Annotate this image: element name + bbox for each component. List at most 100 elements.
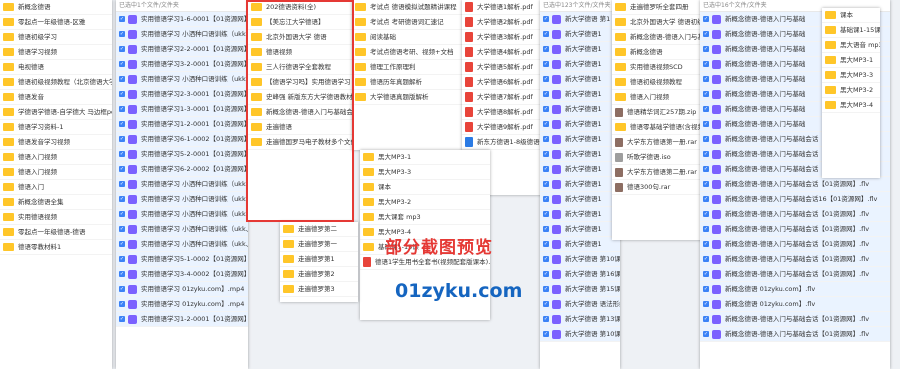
list-item[interactable]: ✓ 实用德语学习 小洒种口语训练（ukk、5- bbox=[116, 177, 248, 192]
checkbox-icon[interactable]: ✓ bbox=[703, 16, 709, 22]
list-item[interactable]: 考试点 考研德语词汇速记 bbox=[352, 15, 462, 30]
list-item[interactable]: ✓ 实用德语学习1-3-0001【01资源网】 bbox=[116, 102, 248, 117]
checkbox-icon[interactable]: ✓ bbox=[703, 226, 709, 232]
list-item[interactable]: 德理工作原理利 bbox=[352, 60, 462, 75]
list-item[interactable]: 考试点德语考研、视频+文档 bbox=[352, 45, 462, 60]
list-item[interactable]: 黑大MP3-3 bbox=[360, 165, 490, 180]
list-item[interactable]: 德语零教材料1 bbox=[0, 240, 112, 255]
list-item[interactable]: ✓ 新概念德语-德语入门与基础会话16【01资源网】.flv bbox=[700, 192, 890, 207]
checkbox-icon[interactable]: ✓ bbox=[543, 241, 549, 247]
checkbox-icon[interactable]: ✓ bbox=[119, 76, 125, 82]
checkbox-icon[interactable]: ✓ bbox=[119, 271, 125, 277]
checkbox-icon[interactable]: ✓ bbox=[119, 31, 125, 37]
checkbox-icon[interactable]: ✓ bbox=[543, 61, 549, 67]
checkbox-icon[interactable]: ✓ bbox=[703, 241, 709, 247]
checkbox-icon[interactable]: ✓ bbox=[119, 136, 125, 142]
checkbox-icon[interactable]: ✓ bbox=[703, 121, 709, 127]
list-item[interactable]: ✓ 实用德语学习1-6-0001【01资源网】 bbox=[116, 12, 248, 27]
list-item[interactable]: ✓ 新大学德语 语法形编词，物主代、词性动词.flv bbox=[540, 297, 620, 312]
list-item[interactable]: 德语发音学习视频 bbox=[0, 135, 112, 150]
checkbox-icon[interactable]: ✓ bbox=[703, 76, 709, 82]
list-item[interactable]: 史峰强 新版东方大学德语教材1-4 bbox=[248, 90, 352, 105]
checkbox-icon[interactable]: ✓ bbox=[119, 286, 125, 292]
list-item[interactable]: 实用德语视频 bbox=[0, 210, 112, 225]
list-item[interactable]: ✓ 新大学德语 第13课 语法短语的和代 分析.flv bbox=[540, 312, 620, 327]
list-item[interactable]: ✓ 新概念德语-德语入门与基础会话【01资源网】.flv bbox=[700, 177, 890, 192]
list-item[interactable]: 大学德语9解析.pdf bbox=[462, 120, 542, 135]
list-item[interactable]: 大学德语7解析.pdf bbox=[462, 90, 542, 105]
checkbox-icon[interactable]: ✓ bbox=[119, 226, 125, 232]
list-item[interactable]: ✓ 实用德语学习1-2-0001【01资源网】.mp4 bbox=[116, 312, 248, 327]
checkbox-icon[interactable]: ✓ bbox=[119, 241, 125, 247]
list-item[interactable]: ✓ 新大学德语1 bbox=[540, 87, 620, 102]
checkbox-icon[interactable]: ✓ bbox=[543, 136, 549, 142]
checkbox-icon[interactable]: ✓ bbox=[703, 286, 709, 292]
checkbox-icon[interactable]: ✓ bbox=[543, 121, 549, 127]
checkbox-icon[interactable]: ✓ bbox=[703, 91, 709, 97]
checkbox-icon[interactable]: ✓ bbox=[703, 256, 709, 262]
list-item[interactable]: ✓ 新大学德语 第16课 德语语言学行-1000字写作系统.flv bbox=[540, 267, 620, 282]
list-item[interactable]: ✓ 新大学德语 第15课 课 文.flv bbox=[540, 282, 620, 297]
list-item[interactable]: 新东方德语1-8级德语德语 bbox=[462, 135, 542, 150]
list-item[interactable]: ✓ 新大学德语1 bbox=[540, 117, 620, 132]
list-item[interactable]: 德语入门 bbox=[0, 180, 112, 195]
checkbox-icon[interactable]: ✓ bbox=[119, 301, 125, 307]
list-item[interactable]: ✓ 新大学德语1 bbox=[540, 132, 620, 147]
list-item[interactable]: 大学德语2解析.pdf bbox=[462, 15, 542, 30]
list-item[interactable]: 走遍德罗第二 bbox=[280, 222, 358, 237]
list-item[interactable]: 走遍德罗第一 bbox=[280, 237, 358, 252]
list-item[interactable]: 大学德语8解析.pdf bbox=[462, 105, 542, 120]
list-item[interactable]: 新概念德语 bbox=[612, 45, 702, 60]
list-item[interactable]: 黑大MP3-1 bbox=[822, 53, 880, 68]
list-item[interactable]: ✓ 实用德语学习 小洒种口语训练（ukk、4-1-0001【01资源网】 bbox=[116, 237, 248, 252]
list-item[interactable]: 新概念德语 bbox=[0, 0, 112, 15]
list-item[interactable]: ✓ 实用德语学习 01zyku.com】.mp4 bbox=[116, 282, 248, 297]
list-item[interactable]: 德语300句.rar bbox=[612, 180, 702, 195]
list-item[interactable]: 黑大MP3-2 bbox=[360, 195, 490, 210]
checkbox-icon[interactable]: ✓ bbox=[543, 316, 549, 322]
list-item[interactable]: 课本 bbox=[360, 180, 490, 195]
list-item[interactable]: 黑大MP3-2 bbox=[822, 83, 880, 98]
list-item[interactable]: ✓ 实用德语学习 小洒种口语训练（ukk、5- bbox=[116, 207, 248, 222]
list-item[interactable]: 北京外国语大学 德语初级 1 bbox=[612, 15, 702, 30]
checkbox-icon[interactable]: ✓ bbox=[543, 91, 549, 97]
checkbox-icon[interactable]: ✓ bbox=[119, 316, 125, 322]
list-item[interactable]: 黑大MP3-1 bbox=[360, 150, 490, 165]
list-item[interactable]: 新概念德语-德语入门与基础会话 bbox=[248, 105, 352, 120]
checkbox-icon[interactable]: ✓ bbox=[703, 316, 709, 322]
checkbox-icon[interactable]: ✓ bbox=[119, 91, 125, 97]
list-item[interactable]: ✓ 实用德语学习5-1-0002【01资源网】 bbox=[116, 252, 248, 267]
list-item[interactable]: 【德语学习吗】实用德语学习 bbox=[248, 75, 352, 90]
checkbox-icon[interactable]: ✓ bbox=[543, 166, 549, 172]
checkbox-icon[interactable]: ✓ bbox=[543, 16, 549, 22]
list-item[interactable]: 新概念德语-德语入门与基础 bbox=[612, 30, 702, 45]
checkbox-icon[interactable]: ✓ bbox=[119, 121, 125, 127]
checkbox-icon[interactable]: ✓ bbox=[543, 106, 549, 112]
list-item[interactable]: 阅读基础 bbox=[352, 30, 462, 45]
list-item[interactable]: ✓ 新概念德语-德语入门与基础会话【01资源网】.flv bbox=[700, 222, 890, 237]
list-item[interactable]: ✓ 实用德语学习6-2-0002【01资源网】 bbox=[116, 162, 248, 177]
list-item[interactable]: 大学东方德语第二册.rar bbox=[612, 165, 702, 180]
checkbox-icon[interactable]: ✓ bbox=[543, 226, 549, 232]
checkbox-icon[interactable]: ✓ bbox=[703, 151, 709, 157]
list-item[interactable]: 课本 bbox=[822, 8, 880, 23]
list-item[interactable]: 走遍德罗第2 bbox=[280, 267, 358, 282]
checkbox-icon[interactable]: ✓ bbox=[119, 46, 125, 52]
checkbox-icon[interactable]: ✓ bbox=[703, 331, 709, 337]
list-item[interactable]: ✓ 新概念德语-德语入门与基础会话【01资源网】.flv bbox=[700, 312, 890, 327]
checkbox-icon[interactable]: ✓ bbox=[703, 106, 709, 112]
list-item[interactable]: ✓ 实用德语学习 小洒种口语训练（ukk、 bbox=[116, 27, 248, 42]
list-item[interactable]: 北京外国语大学 德语 bbox=[248, 30, 352, 45]
list-item[interactable]: ✓ 新大学德语1 bbox=[540, 42, 620, 57]
list-item[interactable]: ✓ 新大学德语1 bbox=[540, 102, 620, 117]
list-item[interactable]: ✓ 新大学德语 第10课 2022年 生词.flv bbox=[540, 252, 620, 267]
checkbox-icon[interactable]: ✓ bbox=[543, 76, 549, 82]
list-item[interactable]: 德语入门视频 bbox=[0, 150, 112, 165]
list-item[interactable]: ✓ 新大学德语1 bbox=[540, 162, 620, 177]
checkbox-icon[interactable]: ✓ bbox=[703, 196, 709, 202]
checkbox-icon[interactable]: ✓ bbox=[119, 166, 125, 172]
list-item[interactable]: 德语学习资料-1 bbox=[0, 120, 112, 135]
list-item[interactable]: 德语学习视频 bbox=[0, 45, 112, 60]
list-item[interactable]: 大学德语真题版解析 bbox=[352, 90, 462, 105]
list-item[interactable]: 走遍德语 bbox=[248, 120, 352, 135]
